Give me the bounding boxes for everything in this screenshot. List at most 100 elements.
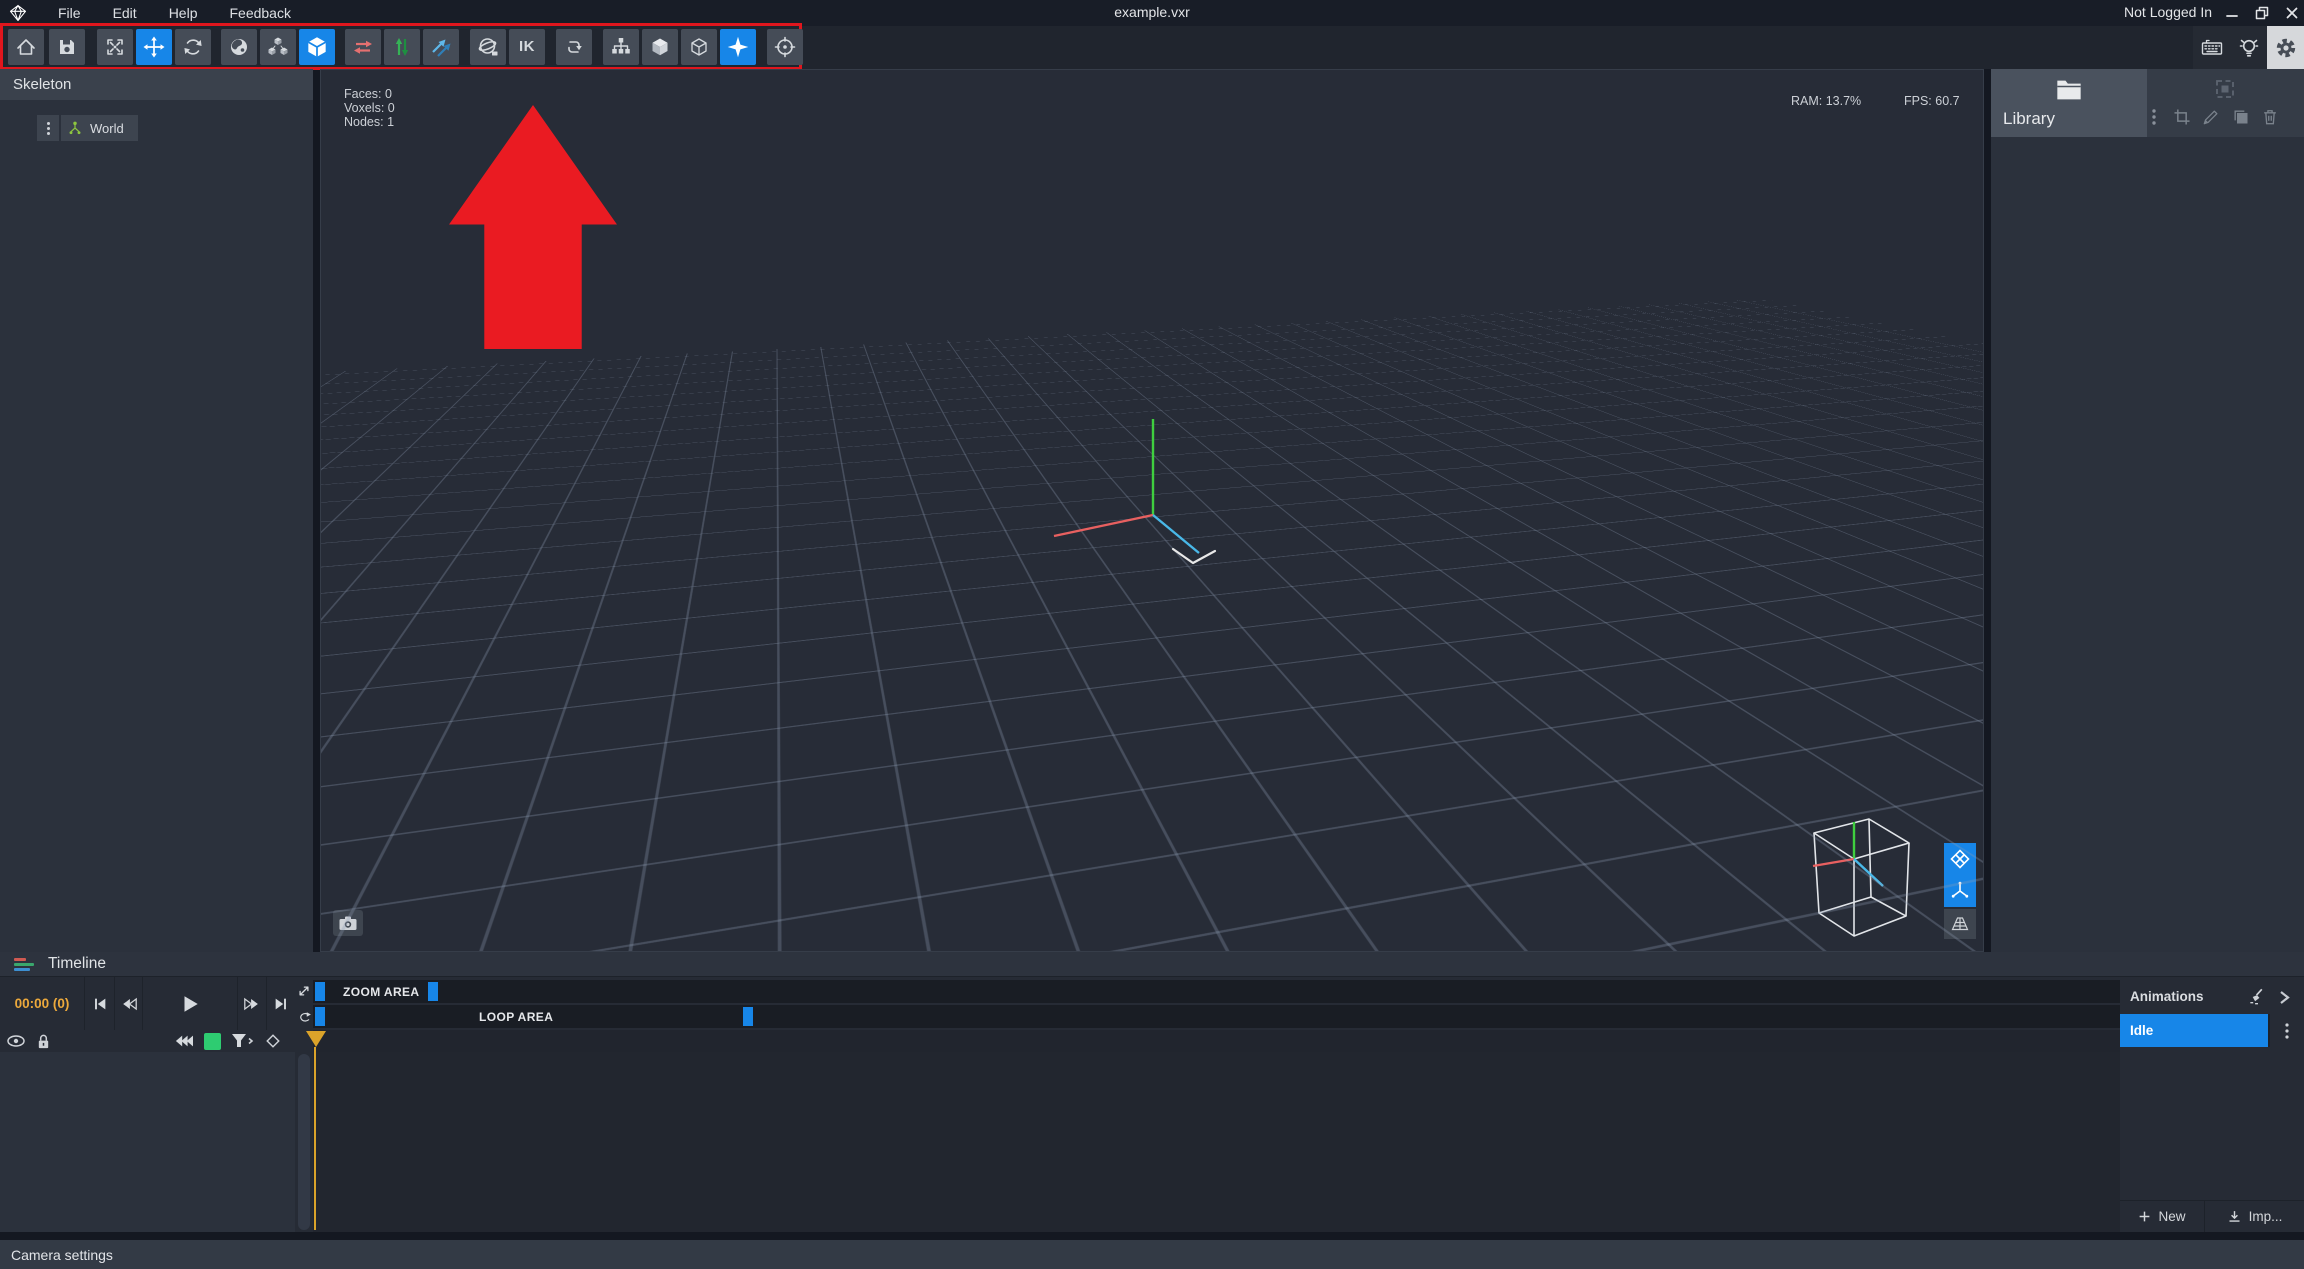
new-animation-button[interactable]: New (2120, 1201, 2205, 1232)
camera-snapshot-button[interactable] (333, 910, 363, 936)
next-keyframe-button[interactable] (238, 977, 267, 1030)
zoom-range-icon[interactable] (297, 984, 311, 998)
edit-button[interactable] (2200, 106, 2222, 128)
animations-expand-button[interactable] (2276, 988, 2293, 1007)
keyframe-canvas[interactable] (313, 1052, 2120, 1232)
loop-area-right-handle[interactable] (743, 1007, 753, 1026)
navigation-cube[interactable] (1801, 816, 1921, 946)
move-tool-button[interactable] (136, 29, 172, 65)
playhead-handle[interactable] (306, 1031, 326, 1047)
skeleton-panel-title: Skeleton (13, 76, 71, 93)
layers-back-button[interactable] (171, 1032, 197, 1050)
status-bar: Camera settings (0, 1240, 2304, 1269)
menu-edit[interactable]: Edit (97, 5, 153, 21)
perspective-grid-button[interactable] (1944, 909, 1976, 939)
previous-keyframe-button[interactable] (115, 977, 143, 1030)
library-menu-button[interactable] (2143, 106, 2165, 128)
mirror-y-button[interactable] (384, 29, 420, 65)
zoom-area-label: ZOOM AREA (343, 985, 420, 999)
settings-gear-button[interactable] (2267, 26, 2304, 69)
timeline-track-list (0, 1052, 295, 1232)
mirror-x-button[interactable] (345, 29, 381, 65)
filter-button[interactable] (229, 1032, 255, 1050)
duplicate-button[interactable] (2230, 106, 2252, 128)
zoom-area-right-handle[interactable] (428, 982, 438, 1001)
stat-faces: Faces: 0 (344, 87, 395, 101)
toolbar-right-group (2193, 26, 2304, 69)
delete-button[interactable] (2259, 106, 2281, 128)
zoom-area-left-handle[interactable] (315, 982, 325, 1001)
keyframe-color-swatch[interactable] (204, 1033, 221, 1050)
loop-icon[interactable] (297, 1011, 312, 1024)
timeline-vertical-scrollbar[interactable] (298, 1054, 310, 1230)
grid-plane-toggle-button[interactable] (1944, 843, 1976, 875)
import-animation-button[interactable]: Imp... (2205, 1201, 2304, 1232)
rotate-tool-button[interactable] (175, 29, 211, 65)
minimize-button[interactable] (2222, 3, 2242, 23)
menu-help[interactable]: Help (153, 5, 214, 21)
keyboard-shortcuts-button[interactable] (2193, 26, 2230, 69)
world-node-chip[interactable]: World (61, 115, 138, 141)
loop-area-label: LOOP AREA (479, 1010, 553, 1024)
voxel-group-button[interactable] (260, 29, 296, 65)
visibility-toggle[interactable] (6, 1033, 26, 1049)
home-button[interactable] (8, 29, 44, 65)
folder-icon (2055, 78, 2083, 102)
playhead-line (314, 1047, 316, 1230)
status-text: Camera settings (11, 1247, 113, 1263)
loop-area-track[interactable]: LOOP AREA (313, 1005, 2120, 1028)
timeline-ruler[interactable] (313, 1030, 2120, 1052)
rotation-sphere-button[interactable] (470, 29, 506, 65)
timeline-header: Timeline (0, 952, 2304, 977)
hierarchy-button[interactable] (603, 29, 639, 65)
close-button[interactable] (2282, 3, 2302, 23)
clean-animations-button[interactable] (2247, 986, 2268, 1007)
menu-file[interactable]: File (42, 5, 97, 21)
animation-item-menu-button[interactable] (2268, 1014, 2304, 1047)
layers-back-icon (171, 1032, 197, 1050)
world-node-row[interactable]: World (37, 115, 138, 141)
mirror-z-button[interactable] (423, 29, 459, 65)
origin-axis-gizmo (1021, 400, 1241, 580)
previous-keyframe-icon (120, 995, 138, 1013)
world-mode-button[interactable] (221, 29, 257, 65)
loop-rotate-button[interactable] (556, 29, 592, 65)
lock-toggle[interactable] (36, 1033, 51, 1050)
viewport-canvas[interactable]: Faces: 0 Voxels: 0 Nodes: 1 RAM: 13.7% F… (320, 69, 1984, 952)
restore-button[interactable] (2252, 3, 2272, 23)
target-button[interactable] (767, 29, 803, 65)
animations-title: Animations (2130, 989, 2204, 1004)
import-animation-label: Imp... (2249, 1209, 2283, 1224)
skip-to-start-button[interactable] (85, 977, 115, 1030)
loop-area-left-handle[interactable] (315, 1007, 325, 1026)
save-button[interactable] (49, 29, 85, 65)
ik-button[interactable]: IK (509, 29, 545, 65)
solid-cube-button[interactable] (642, 29, 678, 65)
toolbar-highlight-annotation: IK (0, 23, 802, 70)
stat-nodes: Nodes: 1 (344, 115, 395, 129)
zoom-area-track[interactable]: ZOOM AREA (313, 980, 2120, 1003)
play-button[interactable] (143, 977, 238, 1030)
tab-library[interactable]: Library (1991, 69, 2147, 137)
menu-feedback[interactable]: Feedback (213, 5, 306, 21)
hints-lightbulb-button[interactable] (2230, 26, 2267, 69)
skip-end-icon (273, 995, 289, 1013)
keyframe-diamond-button[interactable] (264, 1032, 282, 1050)
crop-button[interactable] (2171, 106, 2193, 128)
kebab-menu-icon (47, 120, 50, 137)
skip-start-icon (92, 995, 108, 1013)
wireframe-cube-button[interactable] (681, 29, 717, 65)
track-options-row (0, 1030, 313, 1052)
skip-to-end-button[interactable] (267, 977, 295, 1030)
axis-toggle-button[interactable] (1944, 875, 1976, 907)
crop-icon (2172, 107, 2192, 127)
world-node-menu-button[interactable] (37, 115, 59, 141)
cube-mode-button[interactable] (299, 29, 335, 65)
animation-item-idle[interactable]: Idle (2120, 1014, 2268, 1047)
transport-controls: 00:00 (0) (0, 977, 295, 1030)
frame-all-button[interactable] (97, 29, 133, 65)
pencil-icon (2201, 107, 2221, 127)
add-node-button[interactable] (720, 29, 756, 65)
copy-icon (2231, 107, 2251, 127)
login-status[interactable]: Not Logged In (2124, 4, 2212, 20)
